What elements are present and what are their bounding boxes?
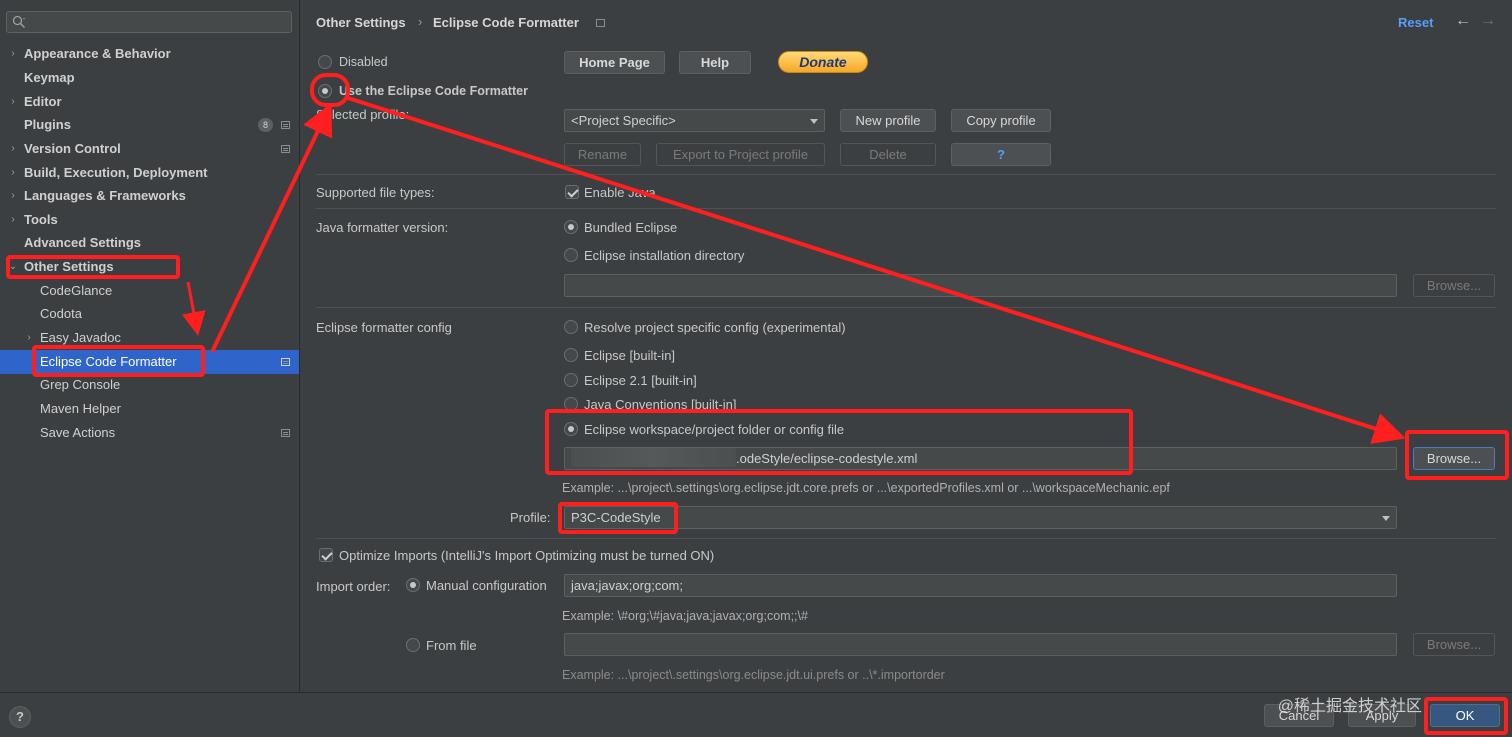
divider [316, 538, 1496, 539]
formatter-profile-combo[interactable]: P3C-CodeStyle [564, 506, 1397, 529]
chevron-right-icon: › [11, 96, 15, 107]
project-settings-icon [596, 19, 605, 27]
from-file-label: From file [426, 638, 477, 653]
resolve-project-config-radio[interactable] [564, 320, 578, 334]
sidebar-item-plugins[interactable]: Plugins 8 [0, 113, 299, 137]
search-icon [12, 15, 25, 28]
manual-configuration-radio[interactable] [406, 578, 420, 592]
sidebar-item-editor[interactable]: › Editor [0, 90, 299, 114]
chevron-down-icon [1382, 516, 1390, 521]
delete-button[interactable]: Delete [840, 143, 936, 166]
project-settings-icon [281, 429, 290, 437]
sidebar-item-maven-helper[interactable]: Maven Helper [0, 397, 299, 421]
import-order-label: Import order: [316, 579, 391, 594]
help-button[interactable]: Help [679, 51, 751, 74]
sidebar-item-save-actions[interactable]: Save Actions [0, 421, 299, 445]
watermark: @稀土掘金技术社区 [1277, 698, 1422, 715]
chevron-right-icon: › [11, 48, 15, 59]
import-order-file-input[interactable] [564, 633, 1397, 656]
resolve-project-config-label: Resolve project specific config (experim… [584, 320, 846, 335]
reset-link[interactable]: Reset [1398, 15, 1433, 30]
breadcrumb-separator: › [418, 14, 423, 29]
project-settings-icon [281, 145, 290, 153]
eclipse-install-dir-radio[interactable] [564, 248, 578, 262]
eclipse-builtin-radio[interactable] [564, 348, 578, 362]
chevron-right-icon: › [11, 143, 15, 154]
sidebar-item-languages[interactable]: › Languages & Frameworks [0, 184, 299, 208]
donate-button[interactable]: Donate [778, 51, 868, 73]
sidebar-item-version-control[interactable]: › Version Control [0, 137, 299, 161]
eclipse-formatter-config-label: Eclipse formatter config [316, 320, 452, 335]
sidebar-item-appearance[interactable]: › Appearance & Behavior [0, 42, 299, 66]
breadcrumb-other-settings[interactable]: Other Settings [316, 15, 406, 30]
annotation-box-config-file [545, 409, 1133, 475]
optimize-imports-label: Optimize Imports (IntelliJ's Import Opti… [339, 548, 715, 563]
divider [316, 174, 1496, 175]
divider [316, 208, 1496, 209]
forward-arrow-icon[interactable]: → [1480, 12, 1496, 30]
chevron-right-icon: › [11, 190, 15, 201]
sidebar-item-advanced[interactable]: Advanced Settings [0, 231, 299, 255]
java-formatter-version-label: Java formatter version: [316, 220, 449, 235]
import-order-input[interactable]: java;javax;org;com; [564, 574, 1397, 597]
sidebar-item-tools[interactable]: › Tools [0, 208, 299, 232]
chevron-down-icon [810, 119, 818, 124]
annotation-box-profile [558, 502, 678, 534]
eclipse-install-dir-label: Eclipse installation directory [584, 248, 745, 263]
import-file-browse-button[interactable]: Browse... [1413, 633, 1495, 656]
annotation-circle-use-radio [310, 73, 350, 107]
profile-combo[interactable]: <Project Specific> [564, 109, 825, 132]
import-order-example-text: Example: \#org;\#java;java;javax;org;com… [562, 609, 808, 623]
search-input[interactable] [6, 11, 292, 33]
back-arrow-icon[interactable]: ← [1455, 12, 1471, 30]
selected-profile-label: Selected profile: [316, 107, 410, 122]
manual-configuration-label: Manual configuration [426, 578, 547, 593]
bundled-eclipse-label: Bundled Eclipse [584, 220, 678, 235]
chevron-right-icon: › [11, 214, 15, 225]
use-formatter-label: Use the Eclipse Code Formatter [339, 84, 528, 98]
sidebar-item-build[interactable]: › Build, Execution, Deployment [0, 161, 299, 185]
enable-java-label: Enable Java [584, 185, 656, 200]
export-profile-button[interactable]: Export to Project profile [656, 143, 825, 166]
breadcrumb-eclipse-code-formatter: Eclipse Code Formatter [433, 15, 579, 30]
profile-combo-value: <Project Specific> [571, 113, 676, 128]
optimize-imports-checkbox[interactable] [319, 548, 333, 562]
chevron-right-icon: › [11, 167, 15, 178]
annotation-box-eclipse-code-formatter [32, 345, 205, 377]
help-icon[interactable]: ? [9, 706, 31, 728]
new-profile-button[interactable]: New profile [840, 109, 936, 132]
config-example-text: Example: ...\project\.settings\org.eclip… [562, 481, 1170, 495]
bundled-eclipse-radio[interactable] [564, 220, 578, 234]
sidebar-item-codeglance[interactable]: CodeGlance [0, 279, 299, 303]
profile-label: Profile: [510, 510, 551, 525]
rename-button[interactable]: Rename [564, 143, 641, 166]
annotation-box-ok [1424, 697, 1508, 735]
annotation-box-browse [1405, 430, 1509, 480]
divider [316, 307, 1496, 308]
enable-java-checkbox[interactable] [565, 185, 579, 199]
eclipse21-builtin-radio[interactable] [564, 373, 578, 387]
sidebar-item-keymap[interactable]: Keymap [0, 66, 299, 90]
project-settings-icon [281, 358, 290, 366]
copy-profile-button[interactable]: Copy profile [951, 109, 1051, 132]
disabled-radio[interactable] [318, 55, 332, 69]
supported-file-types-label: Supported file types: [316, 185, 435, 200]
home-page-button[interactable]: Home Page [564, 51, 665, 74]
eclipse-install-dir-input[interactable] [564, 274, 1397, 297]
project-settings-icon [281, 121, 290, 129]
profile-help-button[interactable]: ? [951, 143, 1051, 166]
annotation-box-other-settings [6, 255, 180, 279]
plugin-update-badge: 8 [258, 118, 273, 132]
install-dir-browse-button[interactable]: Browse... [1413, 274, 1495, 297]
settings-panel: Other Settings › Eclipse Code Formatter … [300, 0, 1512, 692]
sidebar-item-codota[interactable]: Codota [0, 302, 299, 326]
eclipse21-builtin-label: Eclipse 2.1 [built-in] [584, 373, 697, 388]
from-file-radio[interactable] [406, 638, 420, 652]
eclipse-builtin-label: Eclipse [built-in] [584, 348, 676, 363]
import-file-example-text: Example: ...\project\.settings\org.eclip… [562, 668, 945, 682]
disabled-label: Disabled [339, 55, 388, 69]
